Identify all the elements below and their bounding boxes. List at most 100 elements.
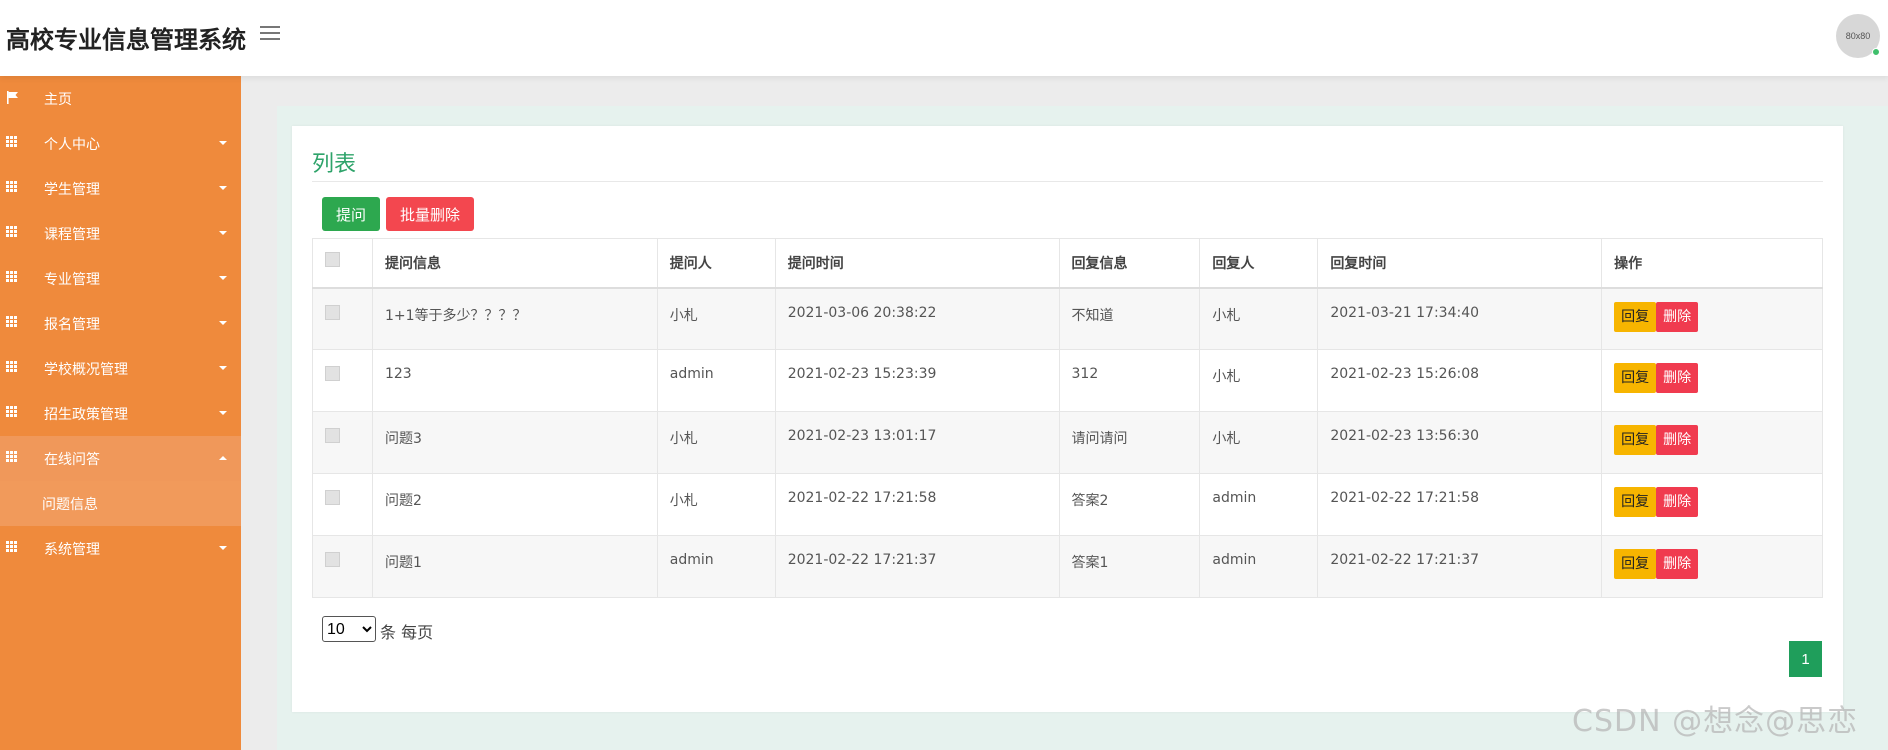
delete-button[interactable]: 删除 [1656, 549, 1699, 579]
menu-toggle-icon[interactable] [260, 26, 280, 42]
delete-button[interactable]: 删除 [1656, 425, 1699, 455]
row-checkbox[interactable] [325, 366, 340, 381]
question-cell: 问题1 [371, 535, 658, 598]
grid-icon [6, 541, 19, 554]
column-header[interactable]: 回复时间 [1317, 238, 1603, 288]
select-all-checkbox[interactable] [325, 252, 340, 267]
reply-button[interactable]: 回复 [1614, 301, 1657, 332]
sidebar-item-system[interactable]: 系统管理 [0, 526, 241, 571]
sidebar-item-label: 报名管理 [44, 316, 100, 333]
asker-cell: 小札 [656, 287, 776, 350]
sidebar-item-label: 在线问答 [44, 451, 100, 468]
column-header[interactable]: 提问人 [656, 238, 776, 288]
reply-time-cell: 2021-02-22 17:21:37 [1317, 535, 1603, 598]
reply-cell: 不知道 [1058, 287, 1201, 350]
chevron-down-icon [219, 141, 227, 145]
reply-button[interactable]: 回复 [1614, 549, 1657, 579]
asker-cell: 小札 [656, 411, 776, 474]
question-table: 提问信息 提问人 提问时间 回复信息 回复人 回复时间 操作 1+1等于多少？？… [312, 238, 1823, 598]
ask-time-cell: 2021-02-22 17:21:58 [774, 473, 1060, 536]
sidebar-item-admission-policy[interactable]: 招生政策管理 [0, 391, 241, 436]
table-row: 问题2 小札 2021-02-22 17:21:58 答案2 admin 202… [312, 473, 1823, 536]
row-checkbox[interactable] [325, 304, 340, 320]
sidebar-item-label: 专业管理 [44, 271, 100, 288]
column-header[interactable]: 回复信息 [1058, 238, 1201, 288]
page-size-select[interactable]: 10 [322, 616, 376, 642]
grid-icon [6, 361, 19, 374]
ask-time-cell: 2021-02-22 17:21:37 [774, 535, 1060, 598]
reply-cell: 312 [1058, 349, 1201, 412]
row-select-cell [312, 349, 373, 412]
asker-cell: 小札 [656, 473, 776, 536]
reply-time-cell: 2021-02-23 15:26:08 [1317, 349, 1603, 412]
chevron-down-icon [219, 366, 227, 370]
sidebar-item-label: 课程管理 [44, 226, 100, 243]
delete-button[interactable]: 删除 [1656, 487, 1699, 517]
actions-cell: 回复 删除 [1601, 349, 1823, 412]
sidebar: 主页 个人中心 学生管理 课程管理 专业管理 报名管理 学校概况管理 招生政策管… [0, 76, 241, 750]
row-select-cell [312, 473, 373, 536]
sidebar-item-enrollment[interactable]: 报名管理 [0, 301, 241, 346]
grid-icon [6, 271, 19, 284]
flag-icon [7, 91, 18, 104]
column-header: 操作 [1601, 238, 1823, 288]
sidebar-item-label: 主页 [44, 91, 72, 108]
sidebar-item-home[interactable]: 主页 [0, 76, 241, 121]
sidebar-item-majors[interactable]: 专业管理 [0, 256, 241, 301]
replier-cell: admin [1199, 535, 1319, 598]
pagination-page-1[interactable]: 1 [1789, 641, 1822, 677]
ask-question-button[interactable]: 提问 [322, 197, 380, 231]
divider [312, 181, 1823, 182]
grid-icon [6, 316, 19, 329]
row-checkbox[interactable] [325, 490, 340, 505]
column-header[interactable]: 回复人 [1199, 238, 1319, 288]
ask-time-cell: 2021-02-23 13:01:17 [774, 411, 1060, 474]
reply-button[interactable]: 回复 [1614, 363, 1657, 393]
sidebar-subitem-question-info[interactable]: 问题信息 [0, 481, 241, 526]
question-cell: 123 [371, 349, 658, 412]
sidebar-item-personal-center[interactable]: 个人中心 [0, 121, 241, 166]
actions-cell: 回复 删除 [1601, 535, 1823, 598]
chevron-down-icon [219, 546, 227, 550]
row-select-cell [312, 411, 373, 474]
chevron-down-icon [219, 231, 227, 235]
actions-cell: 回复 删除 [1601, 411, 1823, 474]
table-header-row: 提问信息 提问人 提问时间 回复信息 回复人 回复时间 操作 [312, 238, 1823, 288]
replier-cell: 小札 [1199, 287, 1319, 350]
chevron-down-icon [219, 276, 227, 280]
reply-button[interactable]: 回复 [1614, 487, 1657, 517]
table-row: 1+1等于多少？？？？ 小札 2021-03-06 20:38:22 不知道 小… [312, 287, 1823, 350]
grid-icon [6, 451, 19, 464]
sidebar-item-courses[interactable]: 课程管理 [0, 211, 241, 256]
question-cell: 1+1等于多少？？？？ [371, 287, 658, 350]
chevron-down-icon [219, 411, 227, 415]
sidebar-item-school-overview[interactable]: 学校概况管理 [0, 346, 241, 391]
reply-button[interactable]: 回复 [1614, 425, 1657, 455]
delete-button[interactable]: 删除 [1656, 301, 1699, 332]
page-size-label: 条 每页 [380, 623, 434, 642]
ask-time-cell: 2021-03-06 20:38:22 [774, 287, 1060, 350]
reply-time-cell: 2021-02-23 13:56:30 [1317, 411, 1603, 474]
question-cell: 问题3 [371, 411, 658, 474]
reply-time-cell: 2021-02-22 17:21:58 [1317, 473, 1603, 536]
sidebar-item-online-qa[interactable]: 在线问答 [0, 436, 241, 481]
ask-time-cell: 2021-02-23 15:23:39 [774, 349, 1060, 412]
top-header: 高校专业信息管理系统 80x80 [0, 0, 1888, 76]
replier-cell: admin [1199, 473, 1319, 536]
reply-cell: 答案2 [1058, 473, 1201, 536]
list-card: 列表 提问 批量删除 提问信息 提问人 提问时间 回复信息 回复人 回复时间 操… [292, 126, 1843, 712]
row-select-cell [312, 287, 373, 350]
sidebar-item-students[interactable]: 学生管理 [0, 166, 241, 211]
row-checkbox[interactable] [325, 428, 340, 443]
row-checkbox[interactable] [325, 552, 340, 567]
column-header[interactable]: 提问信息 [371, 238, 658, 288]
delete-button[interactable]: 删除 [1656, 363, 1699, 393]
avatar[interactable]: 80x80 [1836, 14, 1880, 58]
reply-cell: 答案1 [1058, 535, 1201, 598]
column-header[interactable]: 提问时间 [774, 238, 1060, 288]
app-title: 高校专业信息管理系统 [6, 26, 246, 54]
batch-delete-button[interactable]: 批量删除 [386, 197, 474, 231]
table-row: 问题3 小札 2021-02-23 13:01:17 请问请问 小札 2021-… [312, 411, 1823, 474]
sidebar-item-label: 招生政策管理 [44, 406, 128, 423]
replier-cell: 小札 [1199, 411, 1319, 474]
